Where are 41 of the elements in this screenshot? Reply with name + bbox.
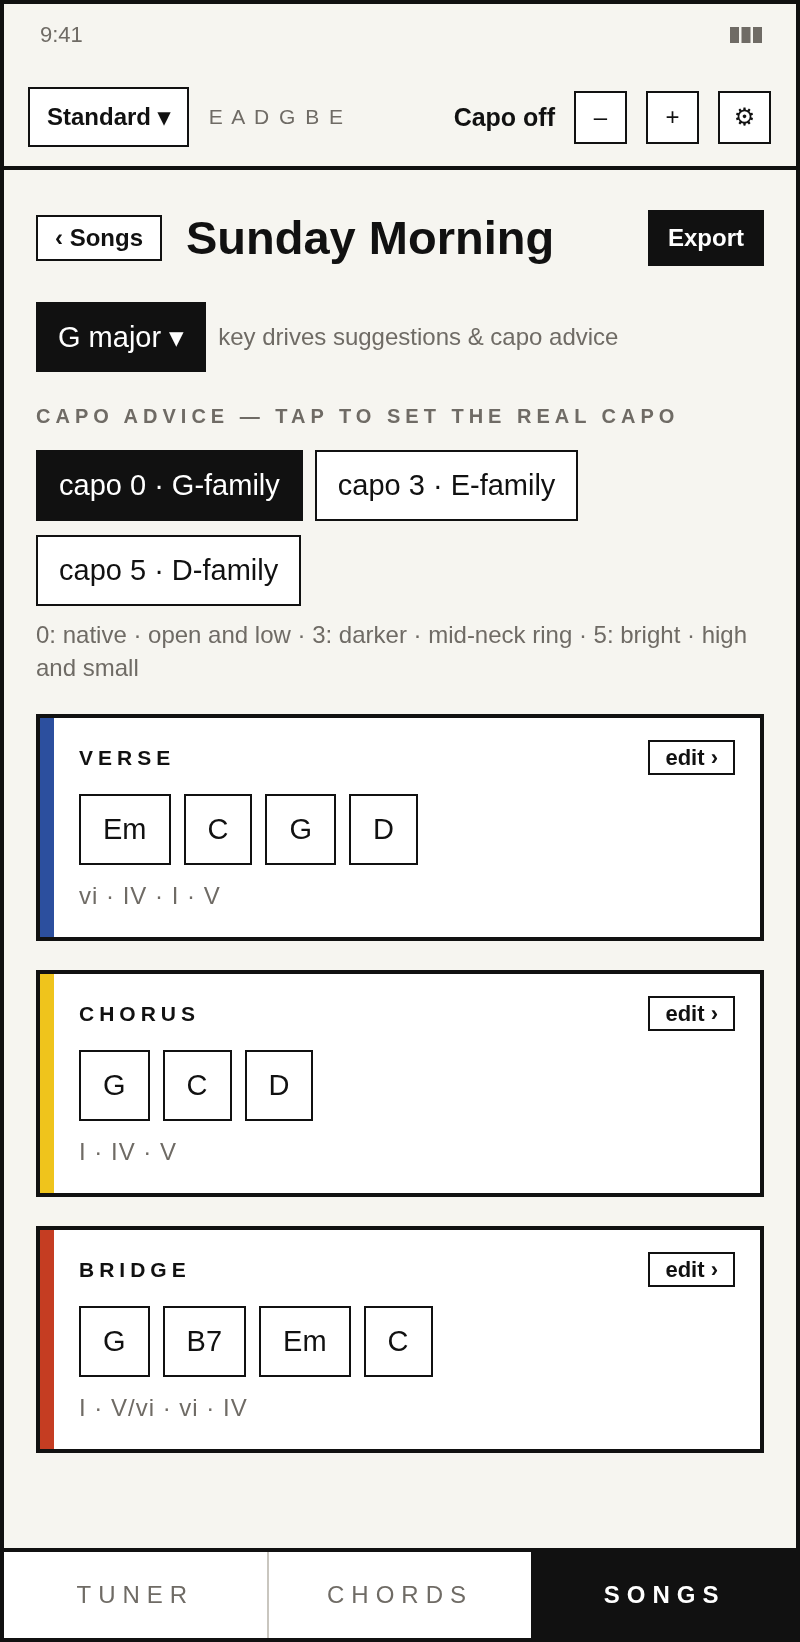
capo-option[interactable]: capo 5 · D-family — [36, 535, 302, 606]
capo-option[interactable]: capo 3 · E-family — [314, 450, 579, 521]
capo-status: Capo off — [453, 102, 555, 132]
section-label: VERSE — [79, 745, 176, 770]
chord-button[interactable]: C — [183, 794, 253, 865]
nav-tab[interactable]: TUNER — [4, 1552, 267, 1638]
edit-button[interactable]: edit › — [648, 996, 735, 1031]
key-hint: key drives suggestions & capo advice — [218, 323, 619, 351]
chord-button[interactable]: D — [349, 794, 418, 865]
tuning-notes: E A D G B E — [208, 105, 346, 129]
capo-up-button[interactable]: + — [646, 90, 699, 144]
chord-button[interactable]: D — [244, 1050, 314, 1121]
chord-button[interactable]: G — [79, 1050, 150, 1121]
nav-tab[interactable]: SONGS — [531, 1552, 796, 1638]
back-button[interactable]: ‹ Songs — [36, 215, 162, 261]
capo-advice-heading: CAPO ADVICE — TAP TO SET THE REAL CAPO — [36, 404, 681, 428]
settings-button[interactable]: ⚙ — [718, 90, 771, 144]
section-label: BRIDGE — [79, 1257, 191, 1282]
capo-note: 0: native · open and low · 3: darker · mid-neck ring · 5: bright · high and small — [36, 620, 748, 683]
capo-option[interactable]: capo 0 · G-family — [36, 450, 303, 521]
chord-button[interactable]: C — [162, 1050, 232, 1121]
section-label: CHORUS — [79, 1001, 200, 1026]
chord-button[interactable]: Em — [79, 794, 171, 865]
export-button[interactable]: Export — [648, 210, 764, 266]
status-time: 9:41 — [40, 22, 83, 48]
roman-numerals: I · V/vi · vi · IV — [79, 1393, 249, 1423]
chord-button[interactable]: C — [363, 1306, 433, 1377]
song-title: Sunday Morning — [186, 210, 556, 266]
roman-numerals: I · IV · V — [79, 1137, 178, 1167]
edit-button[interactable]: edit › — [648, 1252, 735, 1287]
chord-button[interactable]: Em — [259, 1306, 351, 1377]
chord-button[interactable]: B7 — [162, 1306, 247, 1377]
chord-button[interactable]: G — [79, 1306, 150, 1377]
nav-tab[interactable]: CHORDS — [266, 1552, 532, 1638]
capo-down-button[interactable]: – — [574, 90, 627, 144]
roman-numerals: vi · IV · I · V — [79, 881, 222, 911]
edit-button[interactable]: edit › — [648, 740, 735, 775]
tuning-dropdown[interactable]: Standard ▾ — [28, 87, 189, 147]
key-dropdown[interactable]: G major ▾ — [36, 302, 207, 372]
status-bars-icon — [730, 27, 762, 43]
chord-button[interactable]: G — [265, 794, 336, 865]
